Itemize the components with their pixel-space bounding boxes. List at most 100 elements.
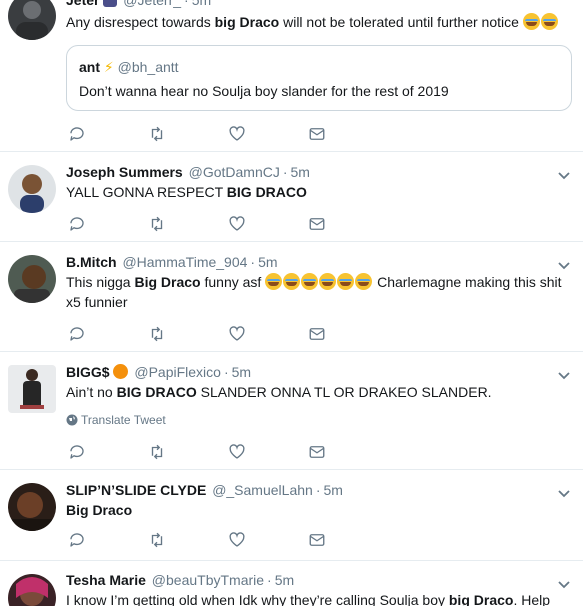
tweet-header: BIGG$ @PapiFlexico · 5m <box>66 362 251 382</box>
timestamp[interactable]: 5m <box>275 572 294 588</box>
translate-tweet-link[interactable]: Translate Tweet <box>66 412 166 428</box>
message-button[interactable] <box>308 443 328 463</box>
username[interactable]: @GotDamnCJ <box>189 164 280 180</box>
tweet-actions <box>66 215 346 235</box>
timestamp[interactable]: 5m <box>291 164 310 180</box>
quoted-tweet-text: Don’t wanna hear no Soulja boy slander f… <box>79 83 449 99</box>
tweet-options-button[interactable] <box>557 486 571 500</box>
reply-button[interactable] <box>68 215 88 235</box>
quoted-display-name: ant <box>79 59 100 75</box>
tweet-header: B.Mitch @HammaTime_904 · 5m <box>66 252 278 272</box>
tweet[interactable]: Tesha Marie @beauTbyTmarie · 5m I know I’m… <box>0 561 583 606</box>
timestamp[interactable]: 5m <box>232 364 251 380</box>
text-segment: YALL GONNA RESPECT <box>66 184 227 200</box>
tweet[interactable]: Joseph Summers @GotDamnCJ · 5m YALL GONNA … <box>0 152 583 242</box>
message-icon <box>309 218 325 230</box>
reply-button[interactable] <box>68 531 88 551</box>
avatar[interactable] <box>8 574 56 606</box>
display-name[interactable]: Jeter <box>66 0 99 8</box>
tweet-text: YALL GONNA RESPECT BIG DRACO <box>66 182 569 202</box>
reply-icon <box>70 127 84 141</box>
message-button[interactable] <box>308 531 328 551</box>
chevron-down-icon <box>558 372 570 380</box>
text-segment: . Help <box>513 592 551 606</box>
tweet-text: I know I’m getting old when Idk why they… <box>66 590 569 606</box>
like-button[interactable] <box>228 443 248 463</box>
retweet-button[interactable] <box>148 531 168 551</box>
reply-button[interactable] <box>68 443 88 463</box>
orange-emoji <box>113 364 129 379</box>
tweet-options-button[interactable] <box>557 258 571 272</box>
avatar[interactable] <box>8 255 56 303</box>
tweet[interactable]: Jeter @Jeterr_ · 5m Any disrespect towards… <box>0 0 583 152</box>
emoji-face-tears-of-joy <box>337 273 355 290</box>
message-button[interactable] <box>308 325 328 345</box>
tweet-options-button[interactable] <box>557 577 571 591</box>
text-segment: will not be tolerated until further noti… <box>279 14 519 30</box>
avatar[interactable] <box>8 365 56 413</box>
message-button[interactable] <box>308 215 328 235</box>
avatar[interactable] <box>8 165 56 213</box>
tweet-header: Tesha Marie @beauTbyTmarie · 5m <box>66 570 294 590</box>
retweet-button[interactable] <box>148 125 168 145</box>
keyword-highlight: big Draco <box>214 14 280 30</box>
display-name[interactable]: BIGG$ <box>66 364 110 380</box>
quoted-tweet[interactable]: ant ⚡ @bh_antt Don’t wanna hear no Soulj… <box>66 45 572 111</box>
tweet-header: SLIP’N’SLIDE CLYDE @_SamuelLahn · 5m <box>66 480 343 500</box>
timestamp[interactable]: 5m <box>258 254 277 270</box>
username[interactable]: @HammaTime_904 <box>122 254 247 270</box>
timestamp[interactable]: 5m <box>323 482 342 498</box>
tweet-actions <box>66 531 346 551</box>
like-icon <box>229 444 245 459</box>
display-name[interactable]: Tesha Marie <box>66 572 146 588</box>
separator: · <box>267 572 272 588</box>
like-button[interactable] <box>228 125 248 145</box>
reply-icon <box>70 327 84 341</box>
like-icon <box>229 326 245 341</box>
tweet[interactable]: BIGG$ @PapiFlexico · 5m Ain’t no BIG DRACO… <box>0 352 583 470</box>
display-name[interactable]: Joseph Summers <box>66 164 183 180</box>
reply-button[interactable] <box>68 125 88 145</box>
retweet-icon <box>151 326 163 342</box>
translate-label: Translate Tweet <box>81 413 166 427</box>
lightning-emoji: ⚡ <box>103 59 114 75</box>
avatar[interactable] <box>8 483 56 531</box>
message-button[interactable] <box>308 125 328 145</box>
retweet-button[interactable] <box>148 443 168 463</box>
separator: · <box>315 482 321 498</box>
retweet-button[interactable] <box>148 325 168 345</box>
username[interactable]: @Jeterr_ <box>123 0 181 8</box>
avatar[interactable] <box>8 0 56 40</box>
retweet-icon <box>151 532 163 548</box>
chevron-down-icon <box>558 581 570 589</box>
retweet-button[interactable] <box>148 215 168 235</box>
like-button[interactable] <box>228 325 248 345</box>
timestamp[interactable]: 5m <box>192 0 211 8</box>
like-button[interactable] <box>228 531 248 551</box>
tweet-options-button[interactable] <box>557 368 571 382</box>
text-segment: Ain’t no <box>66 384 117 400</box>
like-button[interactable] <box>228 215 248 235</box>
message-icon <box>309 446 325 458</box>
separator: · <box>282 164 288 180</box>
username[interactable]: @PapiFlexico <box>134 364 221 380</box>
reply-button[interactable] <box>68 325 88 345</box>
tweet[interactable]: SLIP’N’SLIDE CLYDE @_SamuelLahn · 5m Big D… <box>0 470 583 561</box>
keyword-highlight: Big Draco <box>66 502 133 518</box>
tweet-options-button[interactable] <box>557 168 571 182</box>
tweet-header: Joseph Summers @GotDamnCJ · 5m <box>66 162 310 182</box>
username[interactable]: @beauTbyTmarie <box>152 572 264 588</box>
emoji-face-tears-of-joy <box>522 13 540 30</box>
username[interactable]: @_SamuelLahn <box>212 482 313 498</box>
display-name[interactable]: SLIP’N’SLIDE CLYDE <box>66 482 206 498</box>
reply-icon <box>70 217 84 231</box>
emoji-face-tears-of-joy <box>265 273 283 290</box>
chevron-down-icon <box>558 172 570 180</box>
tweet-text: Ain’t no BIG DRACO SLANDER ONNA TL OR DR… <box>66 382 569 402</box>
keyword-highlight: big Draco <box>448 592 514 606</box>
tweet[interactable]: B.Mitch @HammaTime_904 · 5m This nigga Big… <box>0 242 583 352</box>
reply-icon <box>70 533 84 547</box>
display-name[interactable]: B.Mitch <box>66 254 117 270</box>
text-segment: I know I’m getting old when Idk why they… <box>66 592 449 606</box>
keyword-highlight: BIG DRACO <box>116 384 197 400</box>
